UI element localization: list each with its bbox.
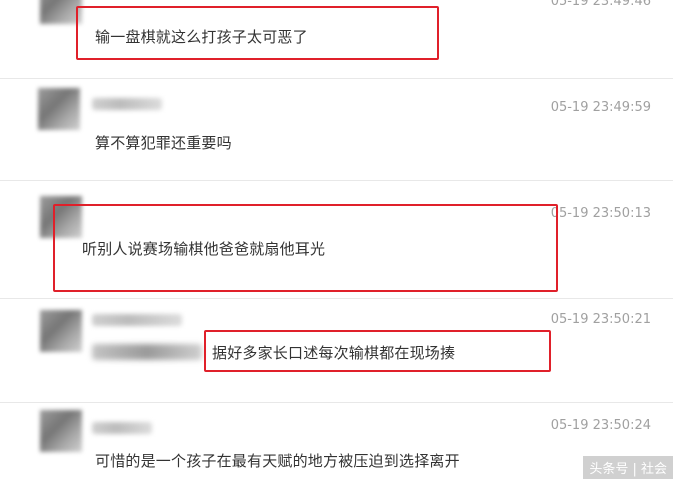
comment-text: 可惜的是一个孩子在最有天赋的地方被压迫到选择离开 [95,452,460,470]
comment-timestamp: 05-19 23:50:13 [550,206,651,221]
comment-timestamp: 05-19 23:49:46 [550,0,651,9]
comment-timestamp: 05-19 23:50:21 [550,312,651,327]
highlight-box [204,330,551,372]
highlight-box [76,6,439,60]
blurred-text [92,344,202,360]
highlight-box [53,204,558,292]
source-watermark: 头条号 | 社会 [583,456,673,479]
comment-item: 05-19 23:50:13 听别人说赛场输棋他爸爸就扇他耳光 [0,180,673,299]
comment-timestamp: 05-19 23:50:24 [550,418,651,433]
comment-item: 05-19 23:49:46 输一盘棋就这么打孩子太可恶了 [0,0,673,79]
username[interactable] [92,422,152,434]
user-avatar[interactable] [38,88,80,130]
comment-item: 05-19 23:50:21 据好多家长口述每次输棋都在现场揍 [0,298,673,403]
comment-item: 05-19 23:49:59 算不算犯罪还重要吗 [0,78,673,181]
user-avatar[interactable] [40,310,82,352]
user-avatar[interactable] [40,410,82,452]
username[interactable] [92,314,182,326]
comment-text: 算不算犯罪还重要吗 [95,134,232,152]
comment-timestamp: 05-19 23:49:59 [550,100,651,115]
comment-item: 05-19 23:50:24 可惜的是一个孩子在最有天赋的地方被压迫到选择离开 [0,402,673,481]
comment-feed: 05-19 23:49:46 输一盘棋就这么打孩子太可恶了 05-19 23:4… [0,0,673,481]
username[interactable] [92,98,162,110]
